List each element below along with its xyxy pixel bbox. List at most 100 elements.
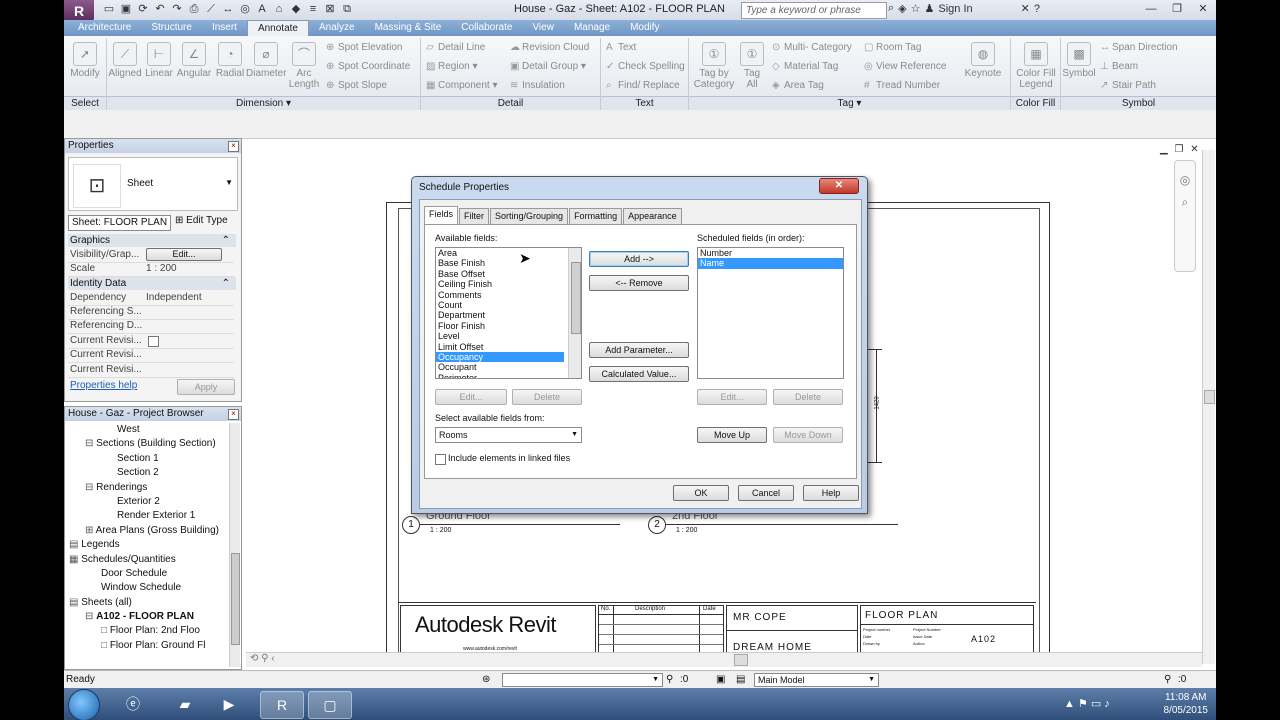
infocenter-search-input[interactable]: Type a keyword or phrase (741, 2, 887, 19)
tab-analyze[interactable]: Analyze (309, 20, 365, 36)
project-browser-scrollbar[interactable] (229, 423, 240, 667)
visibility-edit-label[interactable]: Edit... (146, 248, 222, 261)
current-revision-checkbox[interactable] (148, 336, 159, 347)
view-reference-button[interactable]: ◎ View Reference (864, 61, 946, 72)
taskbar-clock[interactable]: 11:08 AM 8/05/2015 (1164, 691, 1209, 717)
spot-slope-button[interactable]: ⊕ Spot Slope (326, 80, 387, 91)
property-row[interactable]: Current Revisi... (68, 348, 234, 363)
property-row-visibility[interactable]: Visibility/Grap... Edit... (68, 248, 234, 263)
scheduled-field-item[interactable]: Number (698, 248, 843, 258)
file-explorer-icon[interactable]: ▰ (164, 691, 206, 717)
available-field-item[interactable]: Ceiling Finish (436, 279, 564, 289)
available-fields-scrollbar[interactable] (568, 248, 581, 378)
property-row[interactable]: Current Revisi... (68, 363, 234, 378)
sync-icon[interactable]: ⟳ (136, 2, 150, 16)
tag-icon[interactable]: ◎ (238, 2, 252, 16)
tab-annotate[interactable]: Annotate (246, 20, 309, 37)
properties-close-icon[interactable]: × (228, 141, 239, 152)
project-browser-scroll-thumb[interactable] (231, 553, 240, 645)
zoom-icon[interactable]: ⌕ (1175, 195, 1195, 210)
horizontal-scroll-thumb[interactable] (734, 654, 748, 666)
tree-node-icon[interactable]: ▤ (69, 539, 81, 550)
worksets-icon[interactable]: ⊛ (482, 671, 490, 689)
tab-sorting-grouping[interactable]: Sorting/Grouping (490, 208, 569, 224)
move-up-button[interactable]: Move Up (697, 427, 767, 443)
available-field-item[interactable]: Occupant (436, 362, 564, 372)
binoculars-icon[interactable]: ⌕ (888, 2, 894, 15)
vertical-scrollbar[interactable] (1202, 150, 1215, 664)
select-panel-label[interactable]: Select (64, 96, 106, 111)
tree-node-icon[interactable]: ⊟ (85, 482, 96, 493)
available-field-item[interactable]: Department (436, 310, 564, 320)
tree-node-icon[interactable]: ⊞ (85, 525, 96, 536)
communication-icon[interactable]: ☆ (911, 2, 921, 15)
available-field-item[interactable]: Count (436, 300, 564, 310)
tab-collaborate[interactable]: Collaborate (451, 20, 522, 36)
spot-elevation-button[interactable]: ⊕ Spot Elevation (326, 42, 403, 53)
region-button[interactable]: ▨ Region ▾ (426, 61, 478, 72)
browser-tree-item[interactable]: Render Exterior 1 (65, 509, 229, 523)
close-windows-icon[interactable]: ⊠ (323, 2, 337, 16)
application-menu-button[interactable]: R (64, 0, 94, 22)
dimension-panel-label[interactable]: Dimension ▾ (107, 96, 420, 111)
browser-tree-item[interactable]: ⊟ Renderings (65, 481, 229, 495)
tree-node-icon[interactable]: ▦ (69, 554, 81, 565)
available-edit-button[interactable]: Edit... (435, 389, 507, 405)
steering-wheel-icon[interactable]: ◎ (1175, 173, 1195, 187)
internet-explorer-icon[interactable]: ⓔ (112, 691, 154, 717)
color-fill-legend-button[interactable]: ▦ Color Fill Legend (1014, 42, 1058, 90)
edit-type-button[interactable]: ⊞ Edit Type (175, 215, 228, 226)
redo-icon[interactable]: ↷ (170, 2, 184, 16)
tab-massing-site[interactable]: Massing & Site (365, 20, 452, 36)
available-field-item[interactable]: Base Finish (436, 258, 564, 268)
browser-tree-item[interactable]: Exterior 2 (65, 495, 229, 509)
property-row-dependency[interactable]: Dependency Independent (68, 291, 234, 306)
apply-button[interactable]: Apply (177, 379, 235, 395)
chevron-down-icon[interactable]: ▼ (225, 178, 233, 187)
help-icon[interactable]: ? (1034, 3, 1040, 15)
dialog-close-button[interactable]: ✕ (819, 178, 859, 194)
cancel-button[interactable]: Cancel (738, 485, 794, 501)
tree-node-icon[interactable]: ⊟ (85, 438, 96, 449)
browser-tree-item[interactable]: Window Schedule (65, 581, 229, 595)
browser-tree-item[interactable]: □ Floor Plan: Ground Fl (65, 639, 229, 653)
identity-data-group-header[interactable]: Identity Data ⌃ (68, 277, 236, 290)
save-icon[interactable]: ▣ (119, 2, 133, 16)
tag-by-category-button[interactable]: ① Tag by Category (692, 42, 736, 90)
scheduled-delete-button[interactable]: Delete (773, 389, 843, 405)
arc-length-button[interactable]: ⌒ Arc Length (288, 42, 320, 90)
dimension-icon[interactable]: ↔ (221, 2, 235, 16)
thin-lines-icon[interactable]: ≡ (306, 2, 320, 16)
minimize-icon[interactable]: — (1138, 0, 1164, 18)
print-icon[interactable]: ⎙ (187, 2, 201, 16)
available-field-item[interactable]: Base Offset (436, 269, 564, 279)
instance-filter-select[interactable]: Sheet: FLOOR PLAN (68, 215, 171, 231)
browser-tree-item[interactable]: West (65, 423, 229, 437)
available-fields-scroll-thumb[interactable] (571, 262, 581, 334)
span-direction-button[interactable]: ↔ Span Direction (1100, 42, 1178, 53)
tab-structure[interactable]: Structure (141, 20, 202, 36)
material-tag-button[interactable]: ◇ Material Tag (772, 61, 838, 72)
add-parameter-button[interactable]: Add Parameter... (589, 342, 689, 358)
tree-node-icon[interactable]: □ (101, 640, 110, 651)
modify-button[interactable]: ➚ Modify (68, 42, 102, 79)
available-field-item[interactable]: Occupancy (436, 351, 564, 363)
stair-path-button[interactable]: ↗ Stair Path (1100, 80, 1156, 91)
help-button[interactable]: Help (803, 485, 859, 501)
design-option-select[interactable]: Main Model ▼ (754, 673, 879, 687)
graphics-group-header[interactable]: Graphics ⌃ (68, 234, 236, 247)
tab-modify[interactable]: Modify (620, 20, 669, 36)
view-close-icon[interactable]: ✕ (1190, 144, 1198, 155)
tab-manage[interactable]: Manage (564, 20, 620, 36)
property-row[interactable]: Current Revisi... (68, 334, 234, 349)
tree-node-icon[interactable]: ⊟ (85, 611, 96, 622)
scheduled-field-item[interactable]: Name (698, 258, 843, 269)
scheduled-fields-list[interactable]: Number Name (697, 247, 844, 379)
tread-number-button[interactable]: # Tread Number (864, 80, 940, 91)
available-field-item[interactable]: Perimeter (436, 373, 564, 378)
keynote-button[interactable]: ◍ Keynote (962, 42, 1004, 79)
tab-fields[interactable]: Fields (424, 206, 459, 224)
calculated-value-button[interactable]: Calculated Value... (589, 366, 689, 382)
system-tray-icons[interactable]: ▲ ⚑ ▭ ♪ (1064, 697, 1110, 710)
available-field-item[interactable]: Level (436, 331, 564, 341)
